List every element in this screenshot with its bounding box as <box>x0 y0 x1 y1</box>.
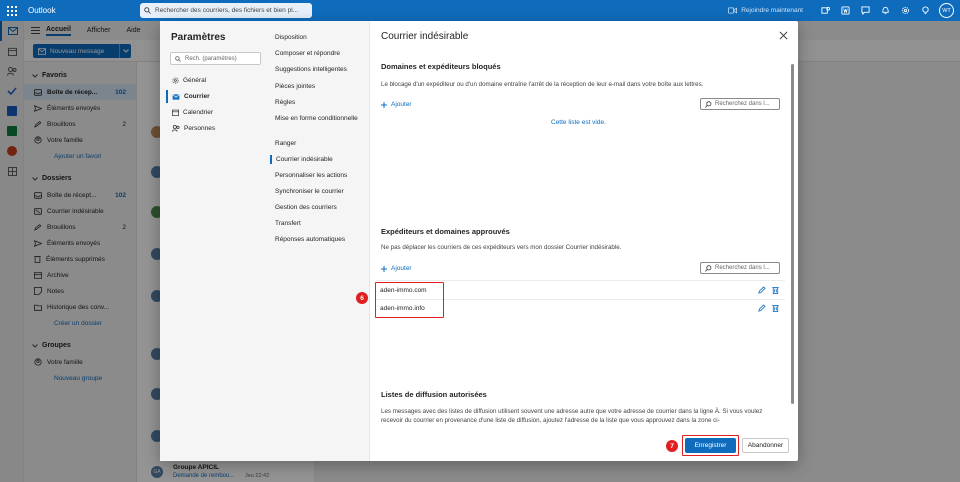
subnav-sync-email[interactable]: Synchroniser le courrier <box>275 187 367 196</box>
add-label: Ajouter <box>391 265 412 272</box>
blocked-heading: Domaines et expéditeurs bloqués <box>381 62 501 71</box>
edit-pencil-icon[interactable] <box>758 304 766 312</box>
plus-icon <box>381 101 387 108</box>
close-icon[interactable] <box>776 28 790 42</box>
edit-pencil-icon[interactable] <box>758 286 766 294</box>
settings-title: Paramètres <box>171 32 226 43</box>
mail-settings-nav: Disposition Composer et répondre Suggest… <box>266 21 370 461</box>
gear-icon <box>172 77 179 84</box>
subnav-sweep[interactable]: Ranger <box>275 139 367 148</box>
subnav-compose[interactable]: Composer et répondre <box>275 49 367 58</box>
settings-search-placeholder: Rech. (paramètres) <box>185 55 237 62</box>
search-icon <box>705 100 712 108</box>
subnav-message-handling[interactable]: Gestion des courriers <box>275 203 367 212</box>
blocked-empty-text: Cette liste est vide. <box>551 119 606 126</box>
delete-trash-icon[interactable] <box>772 286 779 294</box>
search-placeholder: Recherchez dans l... <box>715 101 770 107</box>
top-bar: Outlook Rechercher des courriers, des fi… <box>0 0 960 21</box>
feedback-icon[interactable] <box>855 0 875 21</box>
search-icon <box>175 55 181 62</box>
step-badge: 6 <box>356 292 368 304</box>
category-label: Calendrier <box>183 109 213 116</box>
avatar[interactable]: WT <box>939 3 954 18</box>
panel-title: Courrier indésirable <box>381 31 469 42</box>
step-badge: 7 <box>666 440 678 452</box>
settings-categories: Paramètres Rech. (paramètres) Général Co… <box>160 21 266 461</box>
safe-description: Ne pas déplacer les courriers de ces exp… <box>381 244 622 251</box>
category-people[interactable]: Personnes <box>166 122 264 135</box>
plus-icon <box>381 265 387 272</box>
search-placeholder: Recherchez dans l... <box>715 265 770 271</box>
search-icon <box>144 7 151 14</box>
calendar-icon <box>172 109 179 116</box>
blocked-add-button[interactable]: Ajouter <box>381 101 412 108</box>
cancel-button[interactable]: Abandonner <box>742 438 789 453</box>
category-calendar[interactable]: Calendrier <box>166 106 264 119</box>
subnav-attachments[interactable]: Pièces jointes <box>275 82 367 91</box>
subnav-automatic-replies[interactable]: Réponses automatiques <box>275 235 367 244</box>
app-launcher-icon[interactable] <box>0 0 24 21</box>
safe-add-button[interactable]: Ajouter <box>381 265 412 272</box>
search-icon <box>705 264 712 272</box>
join-meeting-label: Rejoindre maintenant <box>741 7 803 14</box>
mailing-heading: Listes de diffusion autorisées <box>381 390 487 399</box>
mail-icon <box>172 93 180 100</box>
category-label: Personnes <box>184 125 216 132</box>
panel-scrollbar[interactable] <box>791 58 795 436</box>
safe-heading: Expéditeurs et domaines approuvés <box>381 227 510 236</box>
search-box[interactable]: Rechercher des courriers, des fichiers e… <box>140 3 312 18</box>
delete-trash-icon[interactable] <box>772 304 779 312</box>
subnav-customize-actions[interactable]: Personnaliser les actions <box>275 171 367 180</box>
divider <box>376 280 785 281</box>
add-label: Ajouter <box>391 101 412 108</box>
subnav-suggestions[interactable]: Suggestions intelligentes <box>275 65 367 74</box>
subnav-forwarding[interactable]: Transfert <box>275 219 367 228</box>
people-icon <box>172 125 180 132</box>
entries-highlight-box <box>375 282 444 318</box>
subnav-rules[interactable]: Règles <box>275 98 367 107</box>
junk-email-panel: Courrier indésirable Domaines et expédit… <box>356 21 798 461</box>
subnav-junk-email[interactable]: Courrier indésirable <box>270 155 362 164</box>
category-label: Courrier <box>184 93 210 100</box>
settings-search-input[interactable]: Rech. (paramètres) <box>170 52 261 65</box>
mailing-description: Les messages avec des listes de diffusio… <box>381 408 763 424</box>
settings-dialog: Paramètres Rech. (paramètres) Général Co… <box>160 21 798 461</box>
safe-search-input[interactable]: Recherchez dans l... <box>700 262 780 274</box>
category-general[interactable]: Général <box>166 74 264 87</box>
search-input[interactable]: Rechercher des courriers, des fichiers e… <box>155 7 298 14</box>
bell-icon[interactable] <box>875 0 895 21</box>
lightbulb-icon[interactable] <box>915 0 935 21</box>
join-meeting-button[interactable]: Rejoindre maintenant <box>728 7 803 14</box>
category-mail[interactable]: Courrier <box>166 90 264 103</box>
category-label: Général <box>183 77 207 84</box>
video-icon <box>728 7 738 14</box>
blocked-search-input[interactable]: Recherchez dans l... <box>700 98 780 110</box>
teams-icon[interactable] <box>815 0 835 21</box>
word-icon[interactable] <box>835 0 855 21</box>
blocked-description: Le blocage d'un expéditeur ou d'un domai… <box>381 81 704 88</box>
subnav-conditional-formatting[interactable]: Mise en forme conditionnelle <box>275 114 367 123</box>
subnav-layout[interactable]: Disposition <box>275 33 367 42</box>
app-title: Outlook <box>28 6 56 15</box>
gear-icon[interactable] <box>895 0 915 21</box>
save-button[interactable]: Enregistrer <box>685 438 736 453</box>
